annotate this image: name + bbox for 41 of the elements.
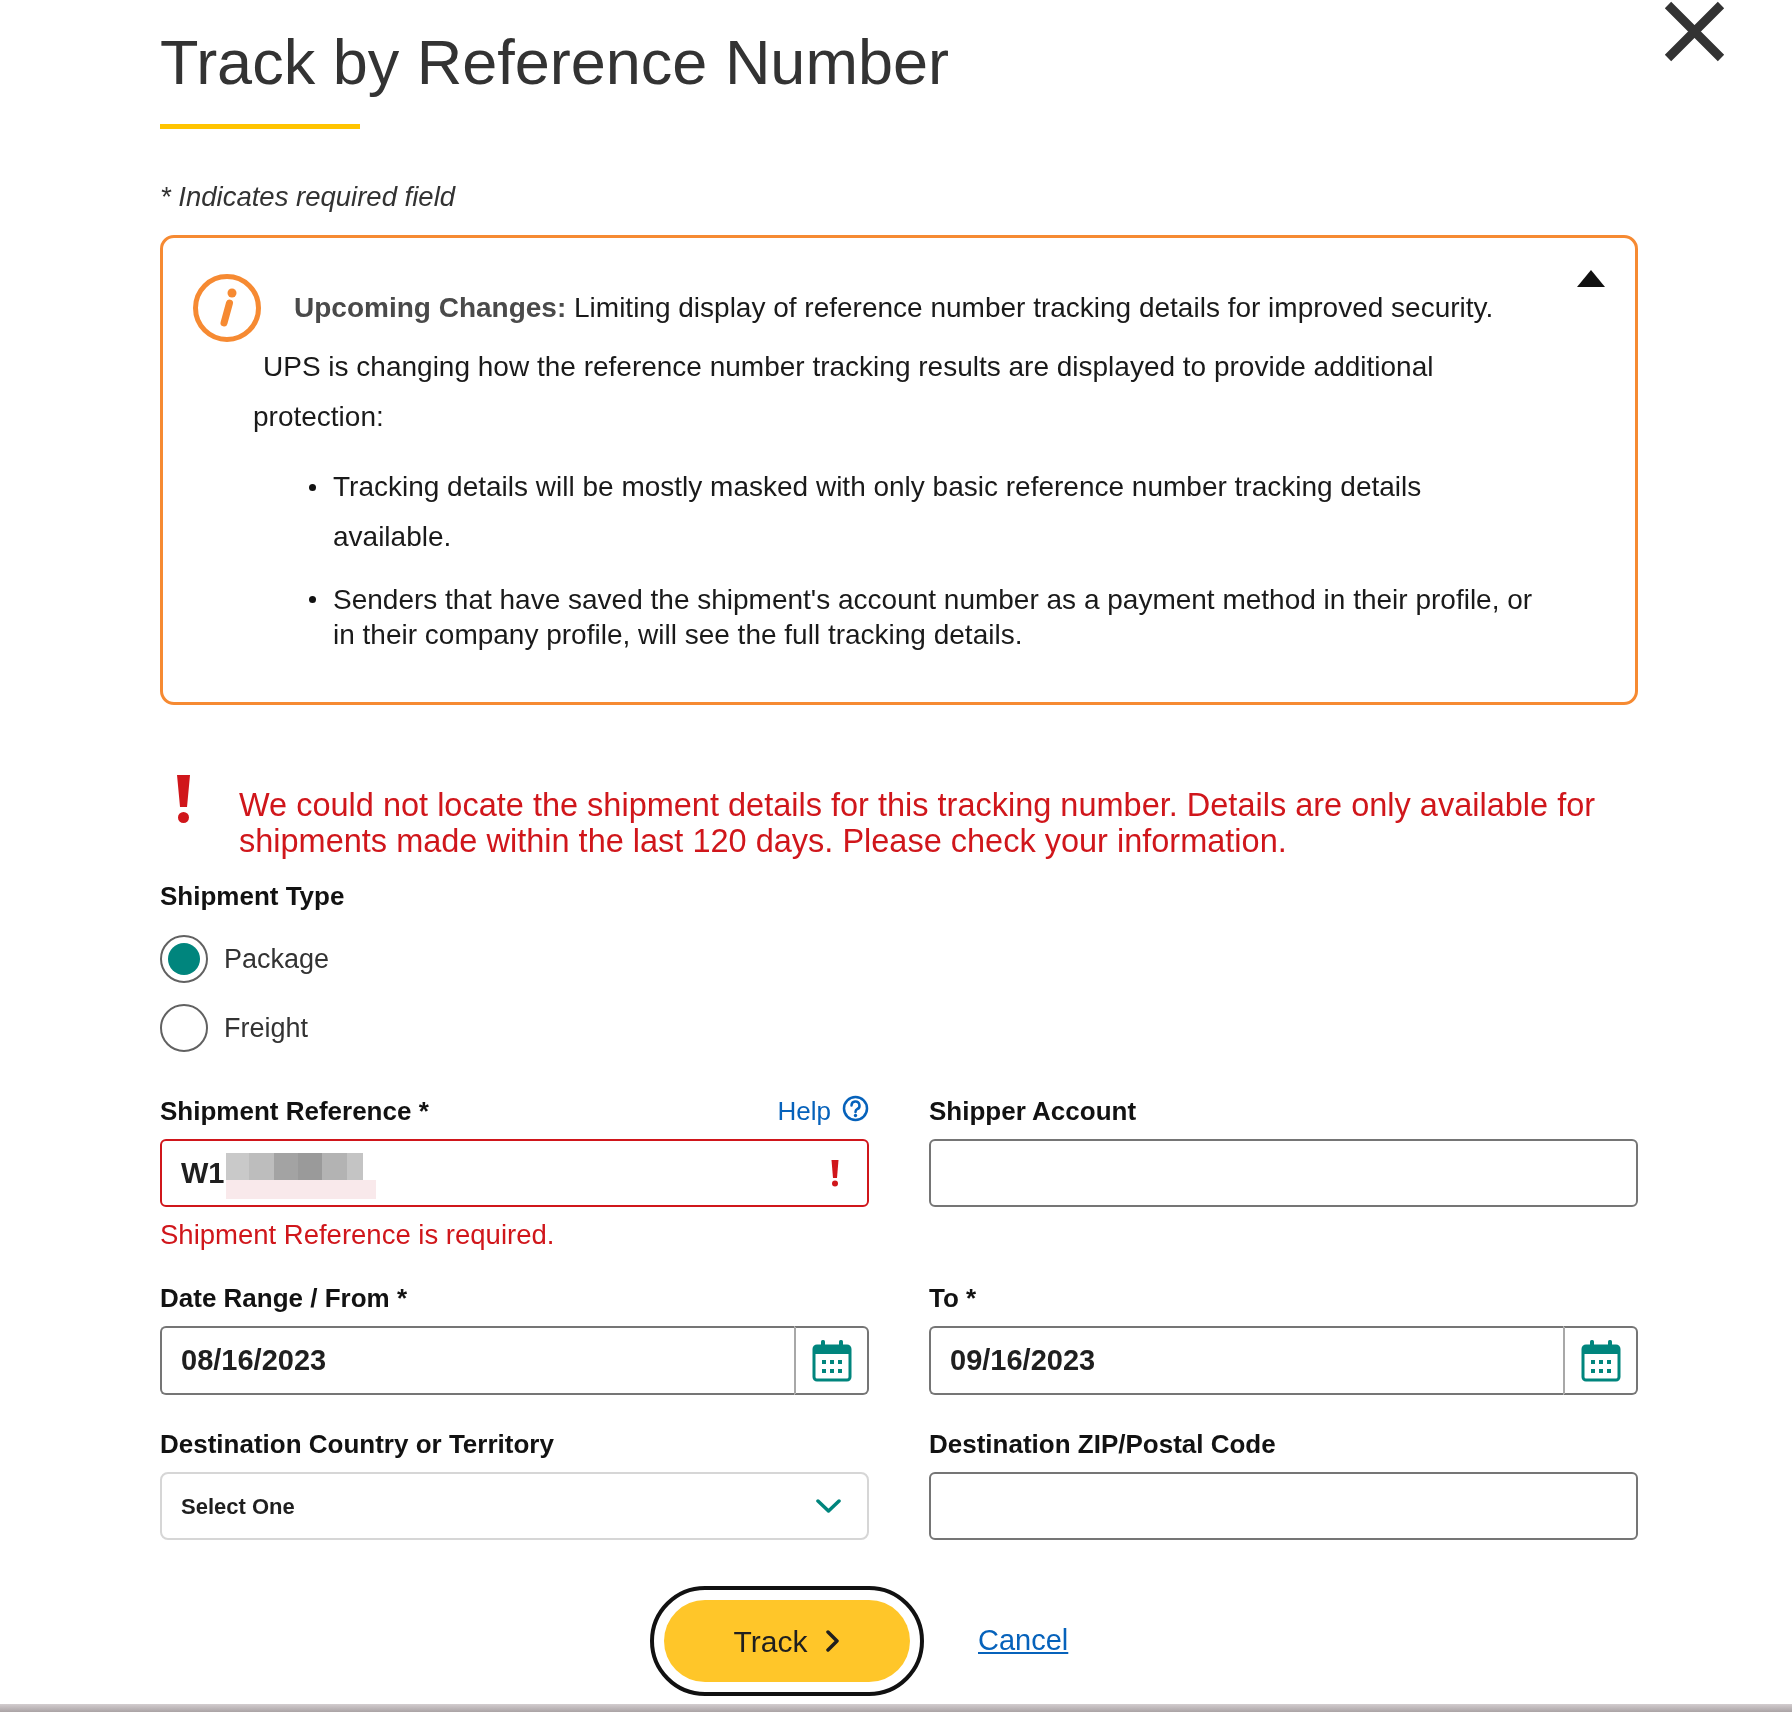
calendar-icon [811,1339,852,1382]
field-label: Shipper Account [929,1097,1137,1125]
required-note: * Indicates required field [160,181,457,213]
chevron-right-icon [825,1630,841,1652]
notice-paragraph: UPS is changing how the reference number tracking results are displayed to provide additional protection: [253,350,1435,434]
dialog-title: Track by Reference Number [160,26,949,99]
date-field[interactable]: 09/16/2023 [929,1326,1563,1395]
collapse-button[interactable] [1577,270,1605,287]
calendar-button[interactable] [1563,1326,1638,1395]
field-label: Destination ZIP/Postal Code [929,1430,1276,1458]
error-icon [175,775,192,823]
help-icon [842,1094,869,1122]
field-label: Destination Country or Territory [160,1430,554,1458]
info-icon [193,274,261,342]
text-field[interactable] [929,1139,1638,1207]
error-message: We could not locate the shipment details for this tracking number. Details are only available for shipments made within the last 120 days. Please check your information. [239,787,1597,859]
chevron-down-icon [816,1498,841,1514]
calendar-icon [1580,1339,1621,1382]
notice-summary: Upcoming Changes: Limiting display of reference number tracking details for improved security. [294,291,1495,325]
cancel-link[interactable]: Cancel [978,1619,1069,1663]
text-field[interactable] [929,1472,1638,1540]
field-label: Shipment Reference * [160,1097,429,1125]
notice-bullet: Senders that have saved the shipment's account number as a payment method in their profile, or in their company profile, will see the full tracking details. [333,583,1534,652]
bullet-icon [309,596,316,603]
field-label: Date Range / From * [160,1284,408,1312]
bullet-icon [309,483,316,491]
track-button[interactable]: Track [650,1586,924,1696]
date-field[interactable]: 08/16/2023 [160,1326,794,1395]
field-label: To * [929,1284,977,1312]
close-button[interactable] [1663,0,1726,63]
shipment-type-option[interactable]: Freight [160,1004,309,1052]
notice-bullet: Tracking details will be mostly masked with only basic reference number tracking details available. [333,470,1423,554]
country-select[interactable]: Select One [160,1472,869,1540]
field-error: Shipment Reference is required. [160,1221,556,1249]
error-icon [831,1160,839,1187]
shipment-type-option[interactable]: Package [160,935,330,983]
caret-up-icon [1577,270,1605,287]
help-link[interactable]: Help [777,1097,869,1125]
close-icon [1663,0,1726,63]
calendar-button[interactable] [794,1326,869,1395]
shipment-type-label: Shipment Type [160,882,346,910]
